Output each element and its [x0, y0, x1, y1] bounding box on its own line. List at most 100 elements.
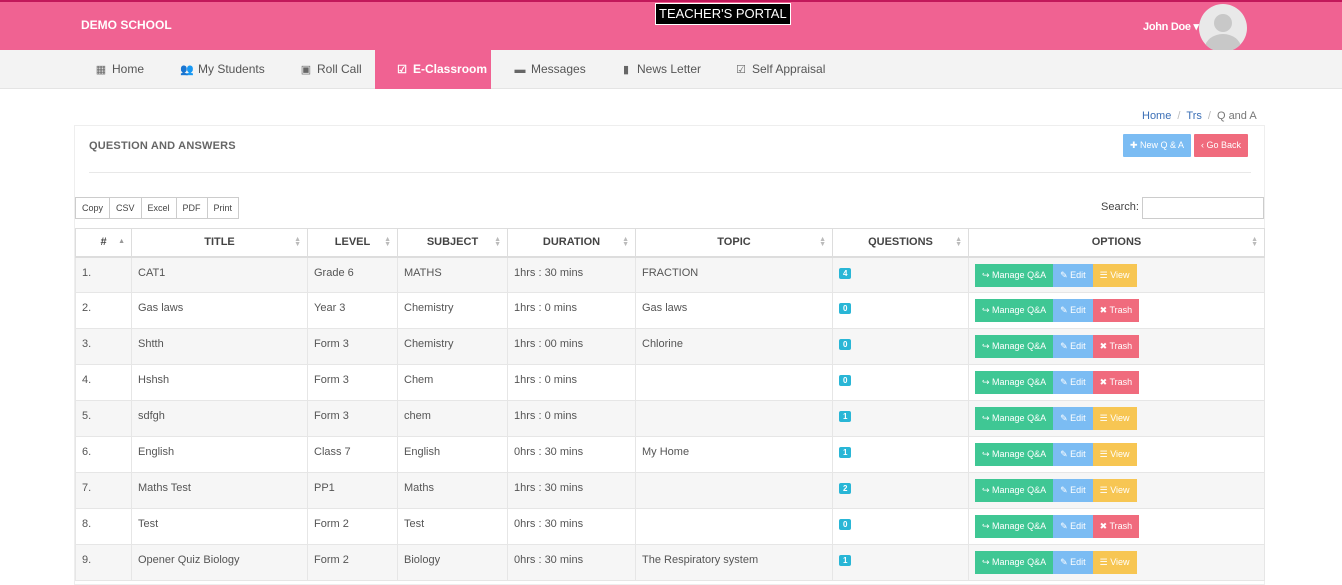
edit-button[interactable]: ✎ Edit [1053, 551, 1093, 574]
nav-item-label: Self Appraisal [752, 62, 826, 76]
nav-item-self-appraisal[interactable]: ☑ Self Appraisal [734, 50, 825, 89]
breadcrumb-home[interactable]: Home [1142, 110, 1171, 122]
breadcrumb-trs[interactable]: Trs [1186, 110, 1201, 122]
cell-level: PP1 [307, 472, 398, 509]
manage-qa-button[interactable]: ↪ Manage Q&A [975, 299, 1054, 322]
cell-options: ↪ Manage Q&A ✎ Edit ☰ View [968, 472, 1265, 509]
cell-num: 9. [75, 544, 132, 581]
cell-level: Grade 6 [307, 256, 398, 293]
manage-qa-button[interactable]: ↪ Manage Q&A [975, 479, 1054, 502]
excel-button[interactable]: Excel [140, 197, 177, 219]
column-header-num[interactable]: # ▲ [75, 228, 132, 258]
cell-topic: The Respiratory system [635, 544, 833, 581]
manage-qa-button[interactable]: ↪ Manage Q&A [975, 407, 1054, 430]
column-header-topic[interactable]: TOPIC ▲ ▼ [635, 228, 833, 258]
new-qa-button[interactable]: ✚ New Q & A [1123, 134, 1192, 157]
comment-icon: ▬ [514, 64, 526, 76]
cell-duration: 1hrs : 0 mins [507, 364, 636, 401]
manage-qa-button[interactable]: ↪ Manage Q&A [975, 335, 1054, 358]
trash-button[interactable]: ✖ Trash [1092, 371, 1140, 394]
manage-qa-button[interactable]: ↪ Manage Q&A [975, 371, 1054, 394]
column-header-duration[interactable]: DURATION ▲ ▼ [507, 228, 636, 258]
checkbox-icon: ☑ [397, 64, 407, 76]
trash-button[interactable]: ✖ Trash [1092, 515, 1140, 538]
cell-duration: 1hrs : 0 mins [507, 292, 636, 329]
cell-duration: 0hrs : 30 mins [507, 436, 636, 473]
cell-level: Year 3 [307, 292, 398, 329]
edit-button[interactable]: ✎ Edit [1053, 479, 1093, 502]
cell-options: ↪ Manage Q&A ✎ Edit ☰ View [968, 436, 1265, 473]
search-label: Search: [1101, 201, 1139, 213]
trash-button[interactable]: ✖ Trash [1092, 335, 1140, 358]
cell-subject: Test [397, 508, 508, 545]
print-button[interactable]: Print [206, 197, 240, 219]
manage-qa-button[interactable]: ↪ Manage Q&A [975, 515, 1054, 538]
edit-button[interactable]: ✎ Edit [1053, 263, 1093, 287]
cell-title: CAT1 [131, 256, 308, 293]
table-row: 3. Shtth Form 3 Chemistry 1hrs : 00 mins Chlo… [75, 328, 1265, 365]
question-count-badge: 0 [839, 375, 852, 386]
question-count-badge: 1 [839, 411, 852, 422]
cell-title: sdfgh [131, 400, 308, 437]
cell-num: 6. [75, 436, 132, 473]
table-row: 7. Maths Test PP1 Maths 1hrs : 30 mins 2 ↪ Man… [75, 472, 1265, 509]
nav-item-roll-call[interactable]: ▣ Roll Call [299, 50, 362, 89]
edit-button[interactable]: ✎ Edit [1053, 407, 1093, 430]
cell-questions: 0 [832, 292, 969, 329]
cell-options: ↪ Manage Q&A ✎ Edit ☰ View [968, 400, 1265, 437]
view-button[interactable]: ☰ View [1092, 263, 1137, 287]
id-card-icon: ▣ [300, 64, 312, 76]
view-button[interactable]: ☰ View [1092, 443, 1137, 466]
edit-button[interactable]: ✎ Edit [1053, 299, 1093, 322]
manage-qa-button[interactable]: ↪ Manage Q&A [975, 263, 1054, 287]
manage-qa-button[interactable]: ↪ Manage Q&A [975, 551, 1054, 574]
question-count-badge: 2 [839, 483, 852, 494]
portal-title: TEACHER'S PORTAL [655, 3, 791, 25]
cell-num: 4. [75, 364, 132, 401]
file-icon: ▮ [622, 64, 630, 76]
view-button[interactable]: ☰ View [1092, 551, 1137, 574]
manage-qa-button[interactable]: ↪ Manage Q&A [975, 443, 1054, 466]
cell-subject: MATHS [397, 256, 508, 293]
cell-questions: 1 [832, 400, 969, 437]
nav-item-label: News Letter [637, 62, 702, 76]
school-name[interactable]: DEMO SCHOOL [81, 18, 172, 32]
nav-item-home[interactable]: ▦ Home [94, 50, 144, 89]
avatar[interactable] [1199, 4, 1247, 52]
question-count-badge: 4 [839, 267, 852, 279]
question-count-badge: 1 [839, 447, 852, 458]
nav-item-my-students[interactable]: 👥 My Students [180, 50, 265, 89]
edit-button[interactable]: ✎ Edit [1053, 371, 1093, 394]
nav-item-news-letter[interactable]: ▮ News Letter [619, 50, 701, 89]
csv-button[interactable]: CSV [109, 197, 142, 219]
column-header-title[interactable]: TITLE ▲ ▼ [131, 228, 308, 258]
cell-level: Form 3 [307, 328, 398, 365]
copy-button[interactable]: Copy [75, 197, 111, 219]
column-header-level[interactable]: LEVEL ▲ ▼ [307, 228, 398, 258]
cell-subject: Chemistry [397, 292, 508, 329]
table-row: 6. English Class 7 English 0hrs : 30 mins My … [75, 436, 1265, 473]
table-row: 2. Gas laws Year 3 Chemistry 1hrs : 0 mins Ga… [75, 292, 1265, 329]
nav-item-messages[interactable]: ▬ Messages [513, 50, 586, 89]
edit-button[interactable]: ✎ Edit [1053, 443, 1093, 466]
pdf-button[interactable]: PDF [175, 197, 208, 219]
cell-title: English [131, 436, 308, 473]
column-header-options[interactable]: OPTIONS ▲ ▼ [968, 228, 1265, 258]
search-input[interactable] [1142, 197, 1264, 219]
view-button[interactable]: ☰ View [1092, 479, 1137, 502]
view-button[interactable]: ☰ View [1092, 407, 1137, 430]
column-header-questions[interactable]: QUESTIONS ▲ ▼ [832, 228, 969, 258]
go-back-button[interactable]: ‹ Go Back [1194, 134, 1249, 157]
cell-options: ↪ Manage Q&A ✎ Edit ✖ Trash [968, 508, 1265, 545]
cell-level: Class 7 [307, 436, 398, 473]
edit-button[interactable]: ✎ Edit [1053, 335, 1093, 358]
cell-level: Form 3 [307, 400, 398, 437]
cell-subject: English [397, 436, 508, 473]
trash-button[interactable]: ✖ Trash [1092, 299, 1140, 322]
cell-options: ↪ Manage Q&A ✎ Edit ✖ Trash [968, 328, 1265, 365]
user-menu[interactable]: John Doe ▾ [1143, 20, 1199, 33]
nav-item-e-classroom[interactable]: ☑ E-Classroom [375, 50, 491, 89]
column-header-subject[interactable]: SUBJECT ▲ ▼ [397, 228, 508, 258]
cell-questions: 1 [832, 436, 969, 473]
edit-button[interactable]: ✎ Edit [1053, 515, 1093, 538]
